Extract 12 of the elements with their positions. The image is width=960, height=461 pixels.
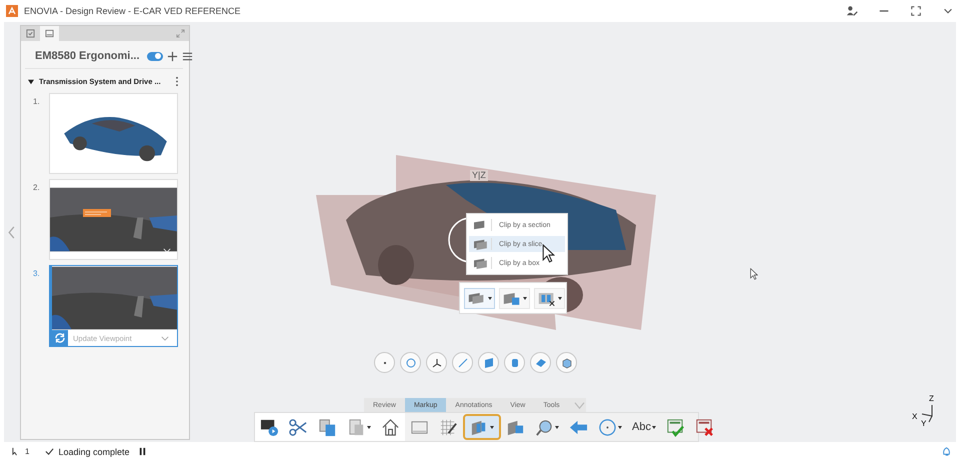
status-message: Loading complete [58,446,130,456]
manipulator-label: Y|Z [470,170,488,181]
toolbar-button[interactable]: Abc [627,413,661,441]
slide-number: 3. [33,268,41,280]
window-title: ENOVIA - Design Review - E-CAR VED REFERENCE [24,6,241,16]
slide-number: 1. [33,96,41,108]
story-title: EM8580 Ergonomi... [35,50,140,62]
axis-label: Z [929,394,934,403]
axis-label: Y [921,419,926,428]
slide-number: 2. [33,182,41,194]
axis-label: X [912,412,918,421]
selection-count: 1 [25,447,30,456]
